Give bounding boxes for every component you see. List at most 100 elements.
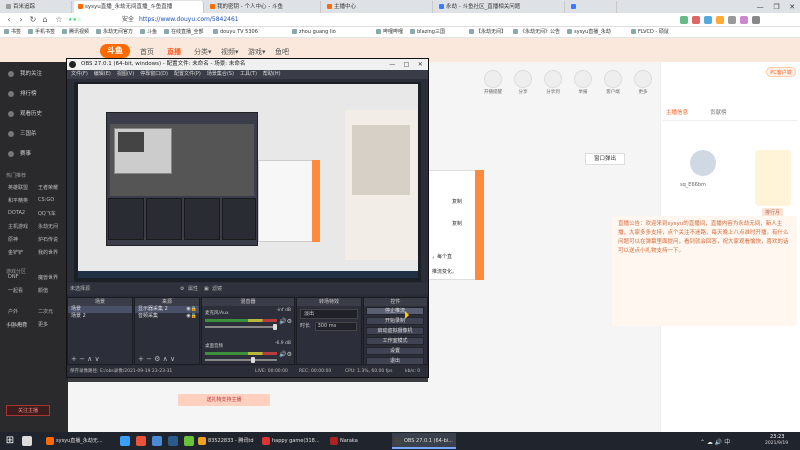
nav-item[interactable]: 首页 <box>140 47 154 57</box>
obs-menu-item[interactable]: 场景集合(S) <box>207 70 234 79</box>
minimize-button[interactable]: — <box>757 3 764 11</box>
obs-menu-item[interactable]: 帮助(H) <box>263 70 281 79</box>
filters-button[interactable]: 滤镜 <box>212 285 222 293</box>
sidebar-category[interactable]: 金铲铲 <box>8 249 23 256</box>
toolbar-icon[interactable] <box>604 70 622 88</box>
nav-item[interactable]: 鱼吧 <box>275 47 289 57</box>
bookmark-item[interactable]: 《永劫无间》公告 <box>513 28 560 37</box>
browser-tab[interactable]: 主播中心 <box>323 1 433 13</box>
speaker-icon[interactable]: 🔊⚙ <box>279 351 292 358</box>
gift-bar[interactable]: 送礼物支持主播 <box>178 394 270 406</box>
douyu-logo[interactable]: 斗鱼 <box>100 44 130 58</box>
back-icon[interactable]: ‹ <box>4 15 14 25</box>
sidebar-category[interactable]: 和平精英 <box>8 197 28 204</box>
filter-icon[interactable]: ▣ <box>204 285 209 293</box>
sidebar-category[interactable]: 魔兽世界 <box>38 274 58 281</box>
bookmark-item[interactable]: 书签 <box>4 28 21 37</box>
source-toolbar[interactable]: + − ⚙ ∧ ∨ <box>135 355 202 364</box>
scene-item[interactable]: 场景 2 <box>68 313 132 320</box>
start-recording-button[interactable]: 开始录制 <box>366 317 424 325</box>
bookmark-star-icon[interactable]: ☆ <box>54 15 64 25</box>
transition-select[interactable]: 淡出 ⚙ <box>300 309 367 319</box>
source-item[interactable]: 音频采集 ◉🔒 <box>135 313 199 320</box>
stop-streaming-button[interactable]: 停止推流 <box>366 307 424 315</box>
toolbar-icon[interactable] <box>544 70 562 88</box>
obs-close-button[interactable]: ✕ <box>418 59 423 70</box>
gear-icon[interactable]: ⚙ <box>180 285 184 293</box>
bookmark-item[interactable]: 斗鱼 <box>140 28 157 37</box>
obs-menu-item[interactable]: 视图(V) <box>117 70 134 79</box>
taskbar-app[interactable]: Naraka <box>328 433 368 449</box>
extension-icon[interactable] <box>728 16 736 24</box>
bookmark-item[interactable]: 在线直播_全部 <box>164 28 204 37</box>
scene-toolbar[interactable]: + − ∧ ∨ <box>68 355 135 364</box>
pc-client-button[interactable]: PC客户端 <box>766 67 796 77</box>
virtual-camera-button[interactable]: 启动虚拟摄像机 <box>366 327 424 335</box>
source-item[interactable]: 显示器采集 2 ◉🔒 <box>135 306 199 313</box>
sidebar-category[interactable]: CS:GO <box>38 197 54 203</box>
obs-menu-item[interactable]: 工具(T) <box>240 70 257 79</box>
toolbar-icon[interactable] <box>484 70 502 88</box>
sidebar-category[interactable]: 永劫无间 <box>38 223 58 230</box>
browser-tab[interactable]: 我的密钥 - 个人中心 - 斗鱼 <box>206 1 321 13</box>
browser-tab[interactable] <box>567 1 617 13</box>
obs-maximize-button[interactable]: □ <box>404 59 410 70</box>
browser-tab[interactable]: 百米追踪 <box>2 1 72 13</box>
taskbar-app[interactable]: happy game(318... <box>260 433 324 449</box>
eye-icon[interactable]: ◉🔒 <box>186 313 199 320</box>
sidebar-category[interactable]: 二次元 <box>38 308 53 315</box>
obs-menu-item[interactable]: 编辑(E) <box>94 70 111 79</box>
slider-knob[interactable] <box>273 324 277 330</box>
toolbar-icon[interactable] <box>634 70 652 88</box>
folder-icon[interactable] <box>152 436 162 446</box>
bookmark-item[interactable]: 腾讯视频 <box>62 28 89 37</box>
sidebar-category[interactable]: 英雄联盟 <box>8 184 28 191</box>
sidebar-category[interactable]: 更多 <box>38 321 48 328</box>
bookmark-item[interactable]: douyu TV 5306 <box>213 28 258 37</box>
popout-window-button[interactable]: 窗口弹出 <box>585 153 625 165</box>
sidebar-category[interactable]: 户外 <box>8 308 18 315</box>
taskbar-app[interactable]: 83522833 - 腾讯td <box>196 433 256 449</box>
sidebar-item[interactable]: 观看历史 <box>0 106 68 122</box>
sidebar-category[interactable]: LOL电竞 <box>8 321 27 328</box>
nav-item[interactable]: 直播 <box>167 47 181 57</box>
forward-icon[interactable]: › <box>16 15 26 25</box>
extension-icon[interactable] <box>716 16 724 24</box>
eye-icon[interactable]: ◉🔒 <box>186 306 199 313</box>
sidebar-category[interactable]: 炉石传说 <box>38 236 58 243</box>
app-icon[interactable] <box>184 436 194 446</box>
extension-icon[interactable] <box>680 16 688 24</box>
tray-icons[interactable]: ⌃ ☁ 🔊 中 <box>700 437 730 446</box>
obs-menu-item[interactable]: 停靠窗口(D) <box>140 70 168 79</box>
bookmark-item[interactable]: blazing三国 <box>410 28 445 37</box>
speaker-icon[interactable]: 🔊⚙ <box>279 318 292 325</box>
taskbar-app[interactable]: OBS 27.0.1 (64-bi... <box>392 433 456 449</box>
sidebar-item[interactable]: 排行榜 <box>0 86 68 102</box>
browser-app-icon[interactable] <box>120 436 130 446</box>
bookmark-item[interactable]: 永劫无间官方 <box>96 28 133 37</box>
windows-start-icon[interactable]: ⊞ <box>4 435 16 447</box>
sidebar-category[interactable]: DOTA2 <box>8 210 25 216</box>
sidebar-category[interactable]: 一起看 <box>8 287 23 294</box>
toolbar-icon[interactable] <box>574 70 592 88</box>
toolbar-icon[interactable] <box>514 70 532 88</box>
maximize-button[interactable]: ❐ <box>773 3 779 11</box>
slider-knob[interactable] <box>251 357 255 363</box>
duration-input[interactable]: 300 ms <box>314 322 357 331</box>
exit-button[interactable]: 退出 <box>366 357 424 365</box>
tab-contribution[interactable]: 贡献榜 <box>710 108 727 116</box>
app-icon[interactable] <box>136 436 146 446</box>
follow-anchor-button[interactable]: 关注主播 <box>6 405 50 416</box>
copy-link[interactable]: 复制 <box>452 220 462 227</box>
sidebar-category[interactable]: 我的世界 <box>38 249 58 256</box>
sidebar-category[interactable]: QQ飞车 <box>38 210 56 217</box>
browser-tab[interactable]: sysyu直播_永劫无间直播_斗鱼直播 <box>74 1 204 13</box>
nav-item[interactable]: 视频▾ <box>221 47 239 57</box>
extension-icon[interactable] <box>740 16 748 24</box>
bookmark-item[interactable]: 手机书签 <box>28 28 55 37</box>
sidebar-item[interactable]: 我的关注 <box>0 66 68 82</box>
extension-icon[interactable] <box>704 16 712 24</box>
close-button[interactable]: ✕ <box>789 3 795 11</box>
rank-badge[interactable] <box>755 150 791 206</box>
obs-menu-item[interactable]: 文件(F) <box>71 70 88 79</box>
